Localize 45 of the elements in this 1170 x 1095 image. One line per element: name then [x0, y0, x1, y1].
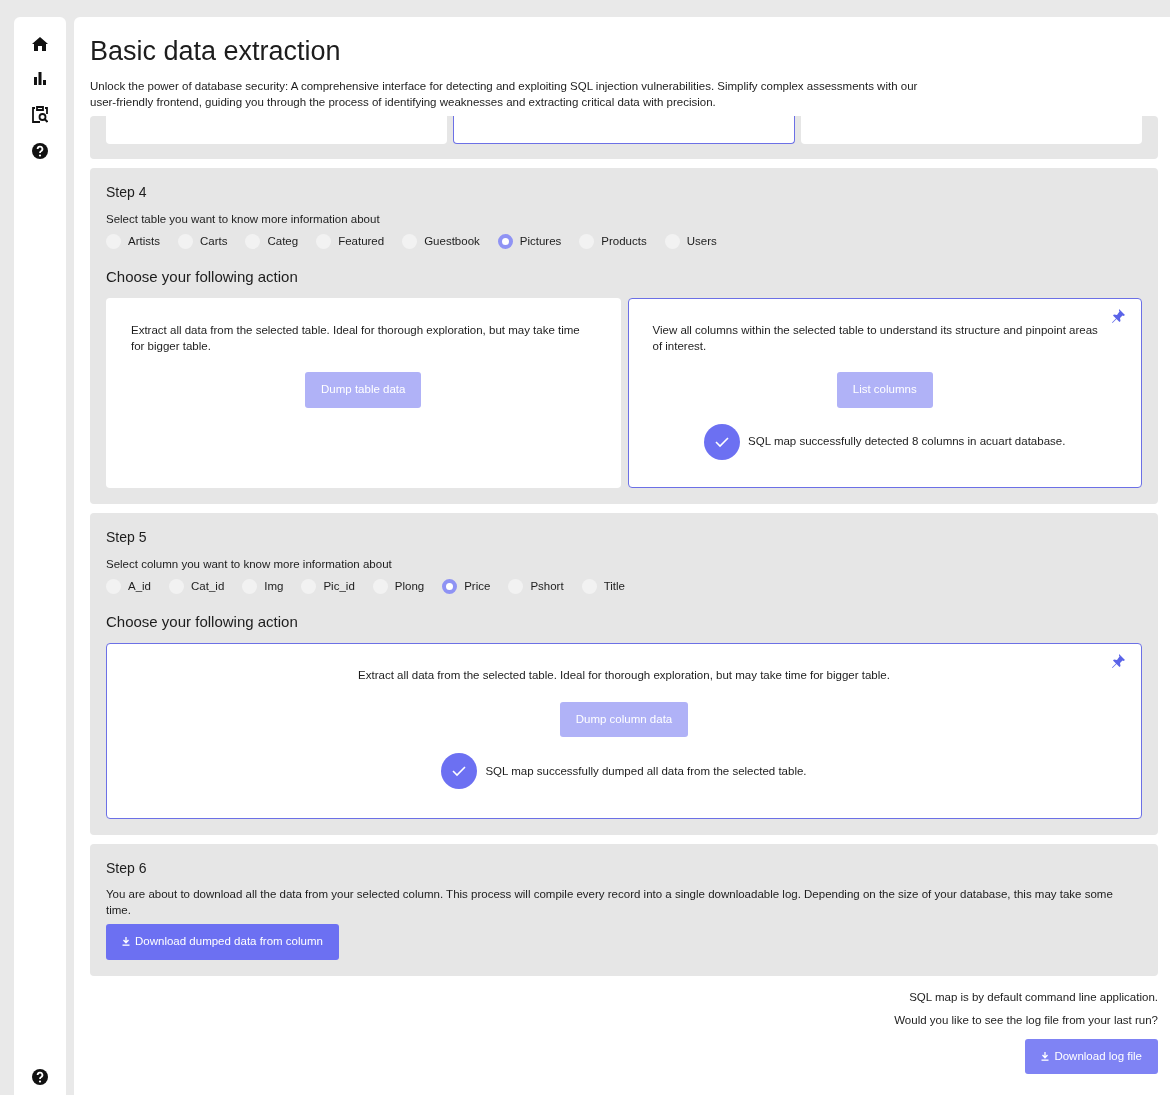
- info-text: Would you like to see the log file from your last run?: [894, 1012, 1158, 1028]
- step-title: Step 6: [106, 859, 148, 879]
- help-icon[interactable]: [32, 1069, 48, 1085]
- radio-option[interactable]: Categ: [245, 232, 299, 250]
- radio-option[interactable]: A_id: [106, 577, 152, 595]
- radio-option[interactable]: Artists: [106, 232, 160, 250]
- help-icon[interactable]: [32, 143, 48, 159]
- radio-option[interactable]: Guestbook: [402, 232, 480, 250]
- check-circle-icon: [704, 423, 741, 460]
- step-title: Step 5: [106, 528, 148, 548]
- radio-option[interactable]: Featured: [316, 232, 385, 250]
- radio-option[interactable]: Price: [442, 577, 491, 595]
- prompt-text: Select table you want to know more information about: [106, 212, 381, 228]
- check-circle-icon: [441, 753, 478, 790]
- download-icon: [122, 937, 130, 947]
- home-icon[interactable]: [32, 37, 48, 51]
- section-heading: Choose your following action: [106, 266, 299, 287]
- step-title: Step 4: [106, 183, 148, 203]
- download-icon: [1041, 1052, 1050, 1062]
- result-message: SQL map successfully dumped all data from the selected table.: [485, 763, 807, 779]
- section-heading: Choose your following action: [106, 611, 299, 632]
- clipboard-search-icon[interactable]: [32, 105, 48, 123]
- bar-chart-icon[interactable]: [33, 71, 47, 85]
- info-text: SQL map is by default command line application.: [909, 989, 1158, 1005]
- radio-option[interactable]: Title: [581, 577, 625, 595]
- prompt-text: Select column you want to know more information about: [106, 557, 393, 573]
- page-description: Unlock the power of database security: A comprehensive interface for detecting and exploiting SQL injection vulnerabilities. Simplify complex assessments with our user-friendly frontend, guiding you through the process of identifying weaknesses and extracting critical data with precision.: [90, 79, 919, 110]
- pin-icon: [1111, 309, 1125, 324]
- page-title: Basic data extraction: [90, 35, 342, 68]
- action-description: Extract all data from the selected table. Ideal for thorough exploration, but may take time for bigger table.: [131, 323, 581, 354]
- radio-option[interactable]: Products: [579, 232, 647, 250]
- radio-option[interactable]: Cat_id: [169, 577, 225, 595]
- step-description: You are about to download all the data from your selected column. This process will compile every record into a single downloadable log. Depending on the size of your database, this may take some time.: [106, 887, 1114, 918]
- radio-option[interactable]: Carts: [177, 232, 228, 250]
- radio-option[interactable]: Users: [664, 232, 717, 250]
- result-message: SQL map successfully detected 8 columns in acuart database.: [748, 434, 1066, 449]
- action-description: Extract all data from the selected table. Ideal for thorough exploration, but may take time for bigger table.: [357, 668, 891, 684]
- action-description: View all columns within the selected table to understand its structure and pinpoint areas of interest.: [652, 323, 1099, 354]
- button[interactable]: Download dumped data from column: [106, 924, 339, 960]
- radio-option[interactable]: Pictures: [497, 232, 562, 250]
- pin-icon: [1111, 654, 1125, 669]
- radio-option[interactable]: Plong: [372, 577, 425, 595]
- radio-option[interactable]: Img: [242, 577, 284, 595]
- radio-option[interactable]: Pshort: [508, 577, 564, 595]
- radio-option[interactable]: Pic_id: [301, 577, 355, 595]
